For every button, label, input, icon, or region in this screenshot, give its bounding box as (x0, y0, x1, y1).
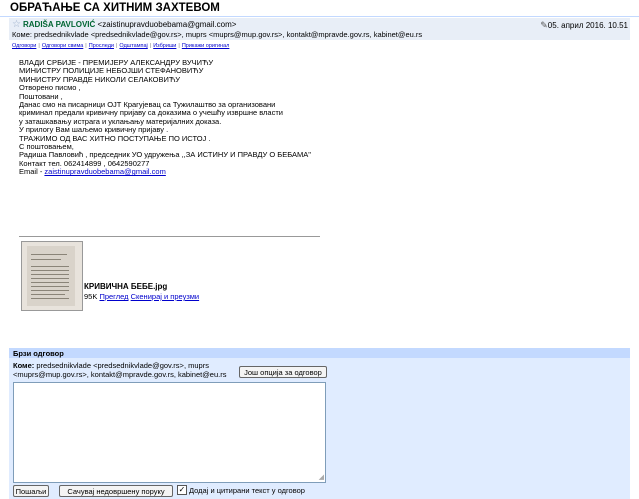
message-header: ☆ RADIŠA PAVLOVIĆ <zaistinupravduobebama… (9, 18, 630, 40)
body-line: ТРАЖИМО ОД ВАС ХИТНО ПОСТУПАЊЕ ПО ИСТОЈ … (19, 133, 211, 143)
message-actions: Одговори | Одговори свима | Проследи | Одштамп… (12, 43, 229, 49)
body-line: МИНИСТРУ ПРАВДЕ НИКОЛИ СЕЛАКОВИЋУ (19, 74, 181, 84)
header-divider (0, 16, 639, 17)
preview-text-line (31, 270, 69, 271)
attachment-thumbnail[interactable] (21, 241, 83, 311)
action-separator: | (85, 43, 87, 49)
preview-text-line (31, 298, 69, 299)
preview-text-line (31, 259, 61, 260)
signature-email-link[interactable]: zaistinupravduobebama@gmail.com (44, 167, 165, 176)
preview-text-line (31, 266, 69, 267)
more-reply-options-button[interactable]: Још опција за одговор (239, 366, 327, 378)
email-subject: ОБРАЋАЊЕ СА ХИТНИМ ЗАХТЕВОМ (10, 2, 220, 14)
document-preview (27, 246, 75, 306)
to-value: predsednikvlade <predsednikvlade@gov.rs>… (13, 361, 227, 379)
preview-text-line (31, 278, 69, 279)
send-button[interactable]: Пошаљи (13, 485, 49, 497)
quick-reply-bar: Брзи одговор (9, 348, 630, 358)
preview-text-line (31, 290, 69, 291)
resize-grip-icon[interactable]: ◢ (319, 473, 324, 481)
attachment-divider (19, 236, 320, 237)
attachment-info: 95K Преглед Скенирај и преузми (84, 292, 199, 301)
message-date: 05. април 2016. 10.51 (547, 21, 628, 30)
attachment-filename: КРИВИЧНА БЕБЕ.jpg (84, 282, 168, 291)
date-area: ✎05. април 2016. 10.51 (540, 20, 628, 31)
print-link[interactable]: Одштампај (119, 43, 147, 49)
forward-link[interactable]: Проследи (89, 43, 114, 49)
action-separator: | (178, 43, 180, 49)
preview-text-line (31, 294, 65, 295)
paperclip-icon: ✎ (540, 20, 548, 30)
recipients-line: Коме: predsednikvlade <predsednikvlade@g… (12, 30, 423, 39)
preview-text-line (31, 282, 69, 283)
sender-line: RADIŠA PAVLOVIĆ <zaistinupravduobebama@g… (23, 20, 236, 29)
save-draft-button[interactable]: Сачувај недовршену поруку (59, 485, 173, 497)
reply-link[interactable]: Одговори (12, 43, 36, 49)
view-attachment-link[interactable]: Преглед (99, 292, 128, 301)
delete-link[interactable]: Избриши (153, 43, 176, 49)
download-attachment-link[interactable]: Скенирај и преузми (131, 292, 200, 301)
action-separator: | (38, 43, 40, 49)
reply-all-link[interactable]: Одговори свима (42, 43, 83, 49)
include-quote-label: Додај и цитирани текст у одговор (189, 486, 305, 495)
reply-textarea[interactable]: ◢ (13, 382, 326, 483)
sender-name[interactable]: RADIŠA PAVLOVIĆ (23, 20, 95, 29)
attachment-size: 95K (84, 292, 98, 301)
action-separator: | (115, 43, 118, 49)
preview-text-line (31, 286, 69, 287)
include-quote-checkbox[interactable]: ✓ (177, 485, 187, 495)
quick-reply-recipients: Коме: predsednikvlade <predsednikvlade@g… (13, 361, 233, 379)
preview-text-line (31, 274, 69, 275)
quick-reply-title: Брзи одговор (13, 349, 64, 358)
show-original-link[interactable]: Прикажи оригинал (182, 43, 230, 49)
message-body: ВЛАДИ СРБИЈЕ - ПРЕМИЈЕРУ АЛЕКСАНДРУ ВУЧИ… (19, 58, 479, 177)
action-separator: | (149, 43, 152, 49)
email-line: Email - zaistinupravduobebama@gmail.com (19, 168, 479, 176)
body-line: Отворено писмо , (19, 83, 81, 93)
quick-reply-panel: Коме: predsednikvlade <predsednikvlade@g… (9, 358, 630, 499)
preview-text-line (31, 254, 67, 255)
star-icon[interactable]: ☆ (12, 19, 21, 30)
sender-email: <zaistinupravduobebama@gmail.com> (97, 20, 237, 29)
email-prefix: Email - (19, 167, 45, 177)
